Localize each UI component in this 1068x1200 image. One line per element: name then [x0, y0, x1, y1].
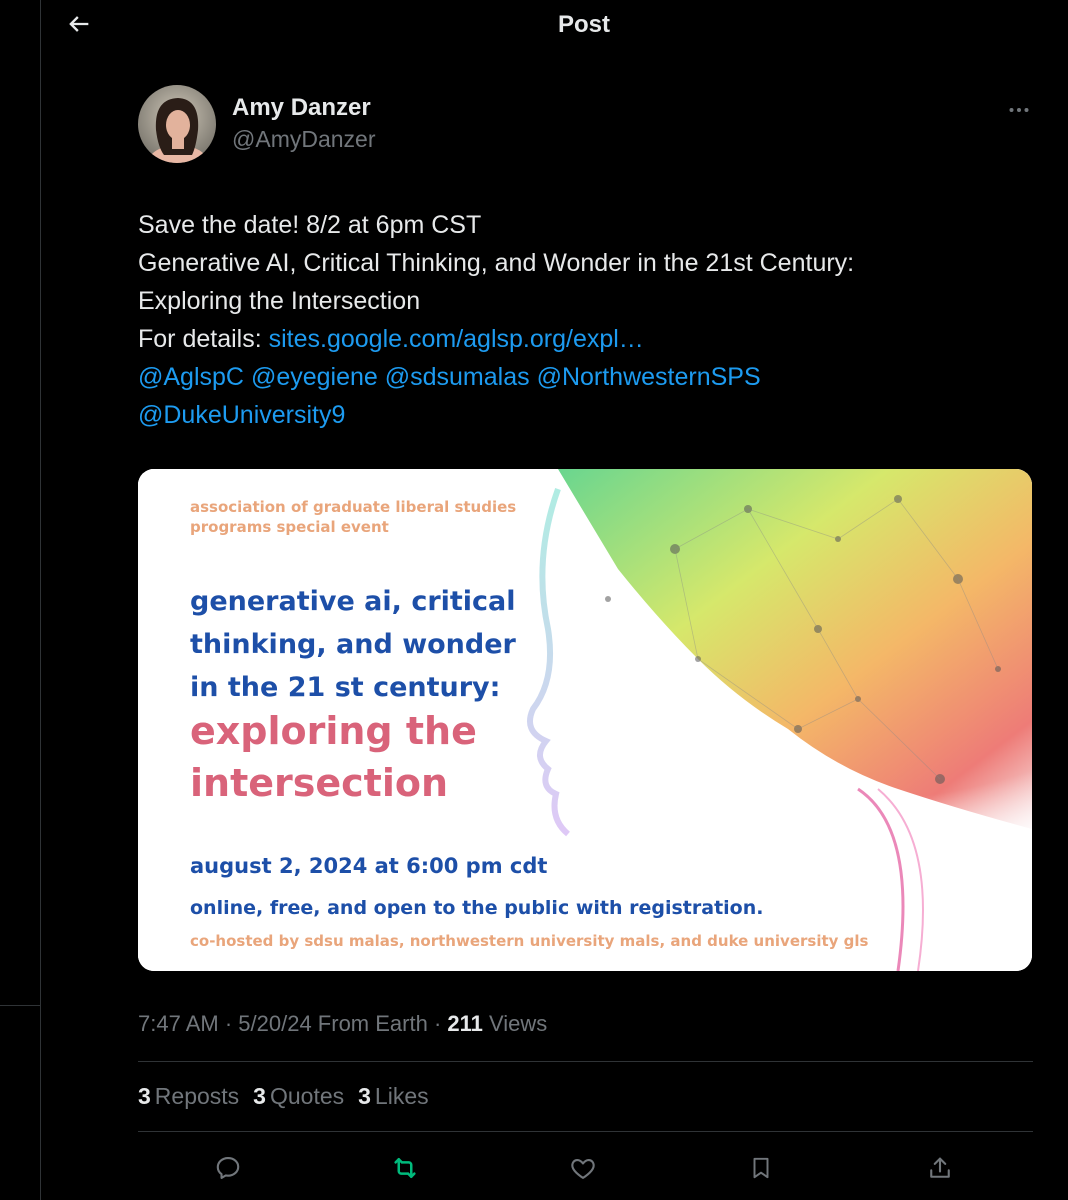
poster-org-line: association of graduate liberal studies [190, 498, 517, 516]
views-label[interactable]: Views [483, 1011, 547, 1036]
mentions-line: @DukeUniversity9 [138, 396, 1038, 434]
mention-link[interactable]: @DukeUniversity9 [138, 401, 345, 429]
mention-link[interactable]: @AglspC [138, 363, 244, 391]
author-handle[interactable]: @AmyDanzer [232, 126, 376, 153]
post-source: From Earth [311, 1011, 428, 1036]
quotes-label: Quotes [269, 1083, 345, 1109]
post-line: Exploring the Intersection [138, 287, 421, 315]
divider [138, 1131, 1033, 1132]
poster-text: association of graduate liberal studies p… [138, 469, 1032, 971]
details-link[interactable]: sites.google.com/aglsp.org/expl… [269, 325, 644, 353]
bookmark-icon [753, 1157, 769, 1179]
more-icon [1009, 108, 1029, 112]
quotes-count: 3 [253, 1083, 266, 1109]
likes-label: Likes [374, 1083, 429, 1109]
avatar[interactable] [138, 85, 216, 163]
divider [138, 1061, 1033, 1062]
meta-separator: · [427, 1011, 448, 1036]
poster-org-line: programs special event [190, 518, 389, 536]
like-icon [571, 1159, 595, 1179]
post-image[interactable]: association of graduate liberal studies p… [138, 469, 1032, 971]
mention-link[interactable]: @eyegiene [251, 363, 378, 391]
share-button[interactable] [922, 1150, 958, 1186]
poster-subtitle-line: intersection [190, 761, 449, 805]
reply-button[interactable] [210, 1150, 246, 1186]
poster-title-line: in the 21 st century: [190, 672, 501, 703]
poster-org: association of graduate liberal studies p… [190, 497, 516, 537]
poster-title: generative ai, critical thinking, and won… [190, 580, 516, 709]
more-button[interactable] [1004, 95, 1034, 125]
post-date[interactable]: 5/20/24 [238, 1011, 311, 1036]
quotes-stat[interactable]: 3 Quotes [253, 1083, 344, 1110]
back-arrow-icon [69, 16, 89, 32]
post-details-line: For details: sites.google.com/aglsp.org/… [138, 320, 1038, 358]
left-rail-divider [0, 1005, 40, 1006]
mention-link[interactable]: @NorthwesternSPS [537, 363, 761, 391]
reposts-count: 3 [138, 1083, 151, 1109]
poster-subtitle-line: exploring the [190, 709, 477, 753]
share-icon [930, 1157, 950, 1178]
like-button[interactable] [565, 1150, 601, 1186]
left-rail [0, 0, 41, 1200]
back-button[interactable] [61, 6, 97, 42]
likes-stat[interactable]: 3 Likes [358, 1083, 429, 1110]
post-text: Save the date! 8/2 at 6pm CST Generative… [138, 206, 1038, 434]
poster-title-line: generative ai, critical [190, 586, 516, 617]
likes-count: 3 [358, 1083, 371, 1109]
repost-button[interactable] [387, 1150, 423, 1186]
views-count[interactable]: 211 [447, 1011, 483, 1036]
reply-icon [216, 1157, 240, 1179]
post-time[interactable]: 7:47 AM [138, 1011, 219, 1036]
poster-title-line: thinking, and wonder [190, 629, 516, 660]
post-line: Save the date! 8/2 at 6pm CST [138, 211, 482, 239]
mention-link[interactable]: @sdsumalas [385, 363, 530, 391]
header: Post [41, 0, 1068, 50]
reposts-stat[interactable]: 3 Reposts [138, 1083, 239, 1110]
details-label: For details: [138, 325, 269, 353]
page-title: Post [558, 11, 611, 38]
post-line: Generative AI, Critical Thinking, and Wo… [138, 249, 855, 277]
poster-online: online, free, and open to the public wit… [190, 897, 764, 919]
poster-cohost: co-hosted by sdsu malas, northwestern un… [190, 932, 869, 950]
bookmark-button[interactable] [743, 1150, 779, 1186]
mentions-line: @AglspC @eyegiene @sdsumalas @Northweste… [138, 358, 1038, 396]
poster-date: august 2, 2024 at 6:00 pm cdt [190, 854, 548, 878]
author-display-name[interactable]: Amy Danzer [232, 94, 371, 122]
repost-icon [394, 1158, 416, 1178]
reposts-label: Reposts [154, 1083, 240, 1109]
poster-subtitle: exploring the intersection [190, 705, 477, 809]
meta-separator: · [218, 1011, 239, 1036]
post-meta: 7:47 AM · 5/20/24 From Earth · 211 Views [138, 1011, 547, 1037]
engagement-stats: 3 Reposts 3 Quotes 3 Likes [138, 1083, 429, 1110]
